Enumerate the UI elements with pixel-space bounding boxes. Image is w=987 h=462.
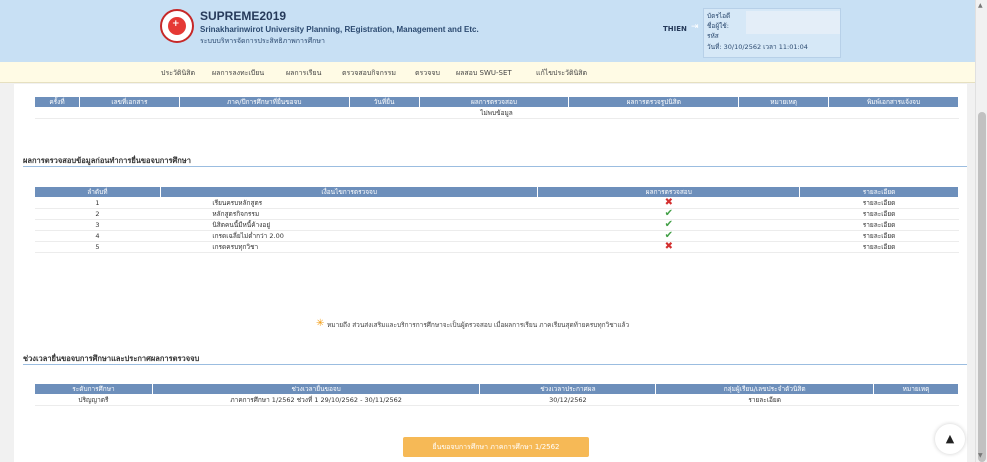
divider bbox=[23, 166, 967, 167]
row-note bbox=[873, 394, 959, 406]
nav-student-profile[interactable]: ประวัตินิสิต bbox=[161, 68, 195, 79]
app-header: + SUPREME2019 Srinakharinwirot Universit… bbox=[0, 0, 975, 62]
masked-field bbox=[746, 22, 840, 34]
username[interactable]: THIEN bbox=[663, 25, 687, 33]
col-semester: ภาค/ปีการศึกษาที่ยื่นขอจบ bbox=[178, 96, 350, 108]
pass-icon: ✔ bbox=[664, 230, 673, 241]
col-level: ระดับการศึกษา bbox=[34, 383, 153, 395]
col-condition: เงื่อนไขการตรวจจบ bbox=[159, 186, 539, 198]
table-row: 1 เรียนครบหลักสูตร ✖ รายละเอียด bbox=[34, 197, 959, 209]
nav-registration-result[interactable]: ผลการลงทะเบียน bbox=[212, 68, 264, 79]
detail-link[interactable]: รายละเอียด bbox=[799, 230, 959, 242]
page-scrollbar[interactable]: ▲ ▼ bbox=[975, 0, 987, 462]
arrow-up-icon: ▲ bbox=[945, 432, 955, 445]
row-condition: เรียนครบหลักสูตร bbox=[160, 197, 538, 209]
nav-graduation-check[interactable]: ตรวจจบ bbox=[415, 68, 440, 79]
user-info-code: รหัส bbox=[707, 32, 719, 40]
nav-edit-profile[interactable]: แก้ไขประวัตินิสิต bbox=[536, 68, 587, 79]
row-no: 5 bbox=[34, 241, 161, 253]
row-no: 4 bbox=[34, 230, 161, 242]
nav-activity-check[interactable]: ตรวจสอบกิจกรรม bbox=[342, 68, 396, 79]
table-row: 3 นิสิตคนนี้มีหนี้ค้างอยู่ ✔ รายละเอียด bbox=[34, 219, 959, 231]
group-detail-link[interactable]: รายละเอียด bbox=[655, 394, 874, 406]
row-level: ปริญญาตรี bbox=[34, 394, 153, 406]
table-row: 4 เกรดเฉลี่ยไม่ต่ำกว่า 2.00 ✔ รายละเอียด bbox=[34, 230, 959, 242]
graduation-doc-table: ครั้งที่ เลขที่เอกสาร ภาค/ปีการศึกษาที่ย… bbox=[34, 96, 959, 119]
user-info-datetime: วันที่: 30/10/2562 เวลา 11:01:04 bbox=[707, 43, 808, 51]
col-detail: รายละเอียด bbox=[799, 186, 959, 198]
col-remark: หมายเหตุ bbox=[738, 96, 830, 108]
asterisk-icon: ✳ bbox=[316, 318, 325, 329]
col-doc-number: เลขที่เอกสาร bbox=[78, 96, 180, 108]
pass-icon: ✔ bbox=[664, 219, 673, 230]
detail-link[interactable]: รายละเอียด bbox=[799, 241, 959, 253]
col-submit-date: วันที่ยื่น bbox=[348, 96, 420, 108]
user-info-name: ชื่อผู้ใช้: bbox=[707, 22, 729, 30]
scrollbar-thumb[interactable] bbox=[978, 112, 986, 462]
nav-swu-set-result[interactable]: ผลสอบ SWU-SET bbox=[456, 68, 512, 79]
check-note: หมายถึง ส่วนส่งเสริมและบริการการศึกษาจะเ… bbox=[327, 321, 630, 329]
row-no: 2 bbox=[34, 208, 161, 220]
user-info-box: บัตรไอดี ชื่อผู้ใช้: รหัส วันที่: 30/10/… bbox=[703, 8, 841, 58]
scroll-to-top-button[interactable]: ▲ bbox=[935, 424, 965, 454]
col-announce-period: ช่วงเวลาประกาศผล bbox=[479, 383, 657, 395]
detail-link[interactable]: รายละเอียด bbox=[799, 219, 959, 231]
app-subtitle-th: ระบบบริหารจัดการประสิทธิภาพการศึกษา bbox=[200, 37, 325, 45]
col-remark: หมายเหตุ bbox=[873, 383, 959, 395]
table-row: 2 หลักสูตรกิจกรรม ✔ รายละเอียด bbox=[34, 208, 959, 220]
submit-graduation-button[interactable]: ยื่นขอจบการศึกษา ภาคการศึกษา 1/2562 bbox=[403, 437, 589, 457]
col-photo-check: ผลการตรวจรูปนิสิต bbox=[568, 96, 740, 108]
table-row: ไม่พบข้อมูล bbox=[34, 107, 959, 119]
col-round: ครั้งที่ bbox=[34, 96, 80, 108]
university-logo-icon: + bbox=[160, 9, 194, 43]
row-condition: หลักสูตรกิจกรรม bbox=[160, 208, 538, 220]
table-row: ปริญญาตรี ภาคการศึกษา 1/2562 ช่วงที่ 1 2… bbox=[34, 394, 959, 406]
row-no: 1 bbox=[34, 197, 161, 209]
col-check-result: ผลการตรวจสอบ bbox=[418, 96, 570, 108]
detail-link[interactable]: รายละเอียด bbox=[799, 197, 959, 209]
pass-icon: ✔ bbox=[664, 208, 673, 219]
row-condition: นิสิตคนนี้มีหนี้ค้างอยู่ bbox=[160, 219, 538, 231]
app-name: SUPREME2019 bbox=[200, 9, 287, 23]
col-result: ผลการตรวจสอบ bbox=[537, 186, 801, 198]
empty-message: ไม่พบข้อมูล bbox=[34, 107, 959, 119]
fail-icon: ✖ bbox=[664, 241, 673, 252]
divider bbox=[23, 364, 967, 365]
graduation-check-table: ลำดับที่ เงื่อนไขการตรวจจบ ผลการตรวจสอบ … bbox=[34, 186, 959, 253]
scroll-up-arrow-icon[interactable]: ▲ bbox=[978, 2, 983, 9]
col-student-group: กลุ่มผู้เรียน/เลขประจำตัวนิสิต bbox=[655, 383, 875, 395]
fail-icon: ✖ bbox=[664, 197, 673, 208]
row-announce: 30/12/2562 bbox=[479, 394, 656, 406]
row-no: 3 bbox=[34, 219, 161, 231]
col-no: ลำดับที่ bbox=[34, 186, 161, 198]
table-row: 5 เกรดครบทุกวิชา ✖ รายละเอียด bbox=[34, 241, 959, 253]
user-info-id: บัตรไอดี bbox=[707, 12, 731, 20]
graduation-schedule-table: ระดับการศึกษา ช่วงเวลายื่นขอจบ ช่วงเวลาป… bbox=[34, 383, 959, 406]
detail-link[interactable]: รายละเอียด bbox=[799, 208, 959, 220]
col-submit-period: ช่วงเวลายื่นขอจบ bbox=[151, 383, 481, 395]
col-print-doc: พิมพ์เอกสารแจ้งจบ bbox=[828, 96, 959, 108]
row-period: ภาคการศึกษา 1/2562 ช่วงที่ 1 29/10/2562 … bbox=[152, 394, 480, 406]
main-nav: ประวัตินิสิต ผลการลงทะเบียน ผลการเรียน ต… bbox=[0, 62, 975, 83]
row-condition: เกรดเฉลี่ยไม่ต่ำกว่า 2.00 bbox=[160, 230, 538, 242]
nav-grades[interactable]: ผลการเรียน bbox=[286, 68, 321, 79]
scroll-down-arrow-icon[interactable]: ▼ bbox=[978, 452, 983, 459]
row-condition: เกรดครบทุกวิชา bbox=[160, 241, 538, 253]
logout-icon[interactable]: ⇥ bbox=[691, 22, 701, 34]
app-subtitle-en: Srinakharinwirot University Planning, RE… bbox=[200, 25, 479, 34]
